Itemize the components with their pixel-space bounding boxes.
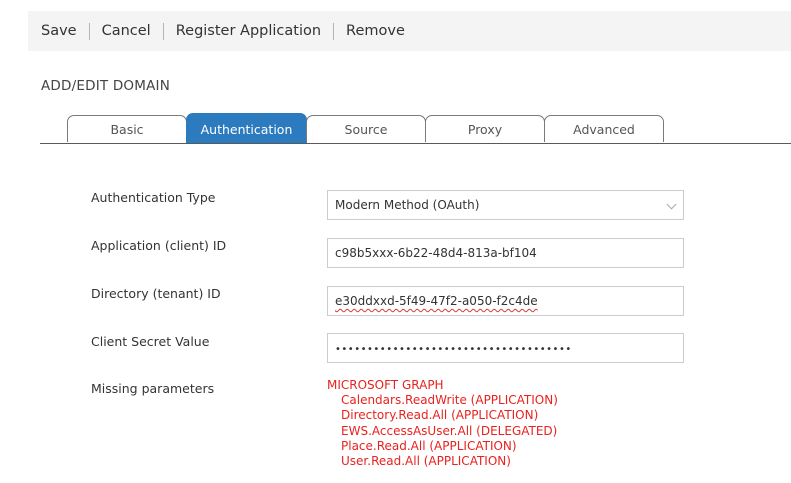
toolbar-divider	[162, 22, 164, 40]
chevron-down-icon	[666, 199, 677, 210]
toolbar: Save Cancel Register Application Remove	[28, 11, 791, 51]
toolbar-divider	[88, 22, 90, 40]
client-secret-value: •••••••••••••••••••••••••••••••••••••	[335, 344, 572, 355]
client-id-label: Application (client) ID	[91, 238, 227, 253]
auth-type-label: Authentication Type	[91, 190, 216, 205]
missing-permission: User.Read.All (APPLICATION)	[341, 454, 511, 469]
tab-proxy[interactable]: Proxy	[425, 115, 545, 142]
tab-source[interactable]: Source	[306, 115, 426, 142]
missing-group-title: MICROSOFT GRAPH	[327, 378, 444, 392]
client-id-value: c98b5xxx-6b22-48d4-813a-bf104	[335, 246, 537, 260]
client-secret-field[interactable]: •••••••••••••••••••••••••••••••••••••	[327, 333, 684, 363]
tenant-id-label: Directory (tenant) ID	[91, 286, 221, 301]
client-id-field[interactable]: c98b5xxx-6b22-48d4-813a-bf104	[327, 238, 684, 268]
remove-button[interactable]: Remove	[346, 23, 405, 39]
missing-permission: Place.Read.All (APPLICATION)	[341, 438, 517, 453]
missing-parameters-list: MICROSOFT GRAPH Calendars.ReadWrite (APP…	[327, 378, 558, 469]
tenant-id-value: e30ddxxd-5f49-47f2-a050-f2c4de	[335, 294, 538, 308]
tab-advanced[interactable]: Advanced	[544, 115, 664, 142]
auth-type-select[interactable]: Modern Method (OAuth)	[327, 190, 684, 220]
register-application-button[interactable]: Register Application	[176, 23, 321, 39]
tab-authentication[interactable]: Authentication	[186, 113, 307, 143]
tenant-id-field[interactable]: e30ddxxd-5f49-47f2-a050-f2c4de	[327, 286, 684, 316]
save-button[interactable]: Save	[41, 23, 77, 39]
missing-parameters-label: Missing parameters	[91, 381, 215, 396]
cancel-button[interactable]: Cancel	[102, 23, 151, 39]
page-title: ADD/EDIT DOMAIN	[41, 78, 171, 94]
tab-bar: Basic Authentication Source Proxy Advanc…	[40, 113, 791, 144]
auth-type-value: Modern Method (OAuth)	[335, 198, 480, 212]
toolbar-divider	[333, 22, 335, 40]
missing-permission: Directory.Read.All (APPLICATION)	[341, 408, 539, 423]
missing-permission: EWS.AccessAsUser.All (DELEGATED)	[341, 423, 558, 438]
missing-permission: Calendars.ReadWrite (APPLICATION)	[341, 393, 558, 408]
client-secret-label: Client Secret Value	[91, 334, 210, 349]
tab-basic[interactable]: Basic	[67, 115, 187, 142]
